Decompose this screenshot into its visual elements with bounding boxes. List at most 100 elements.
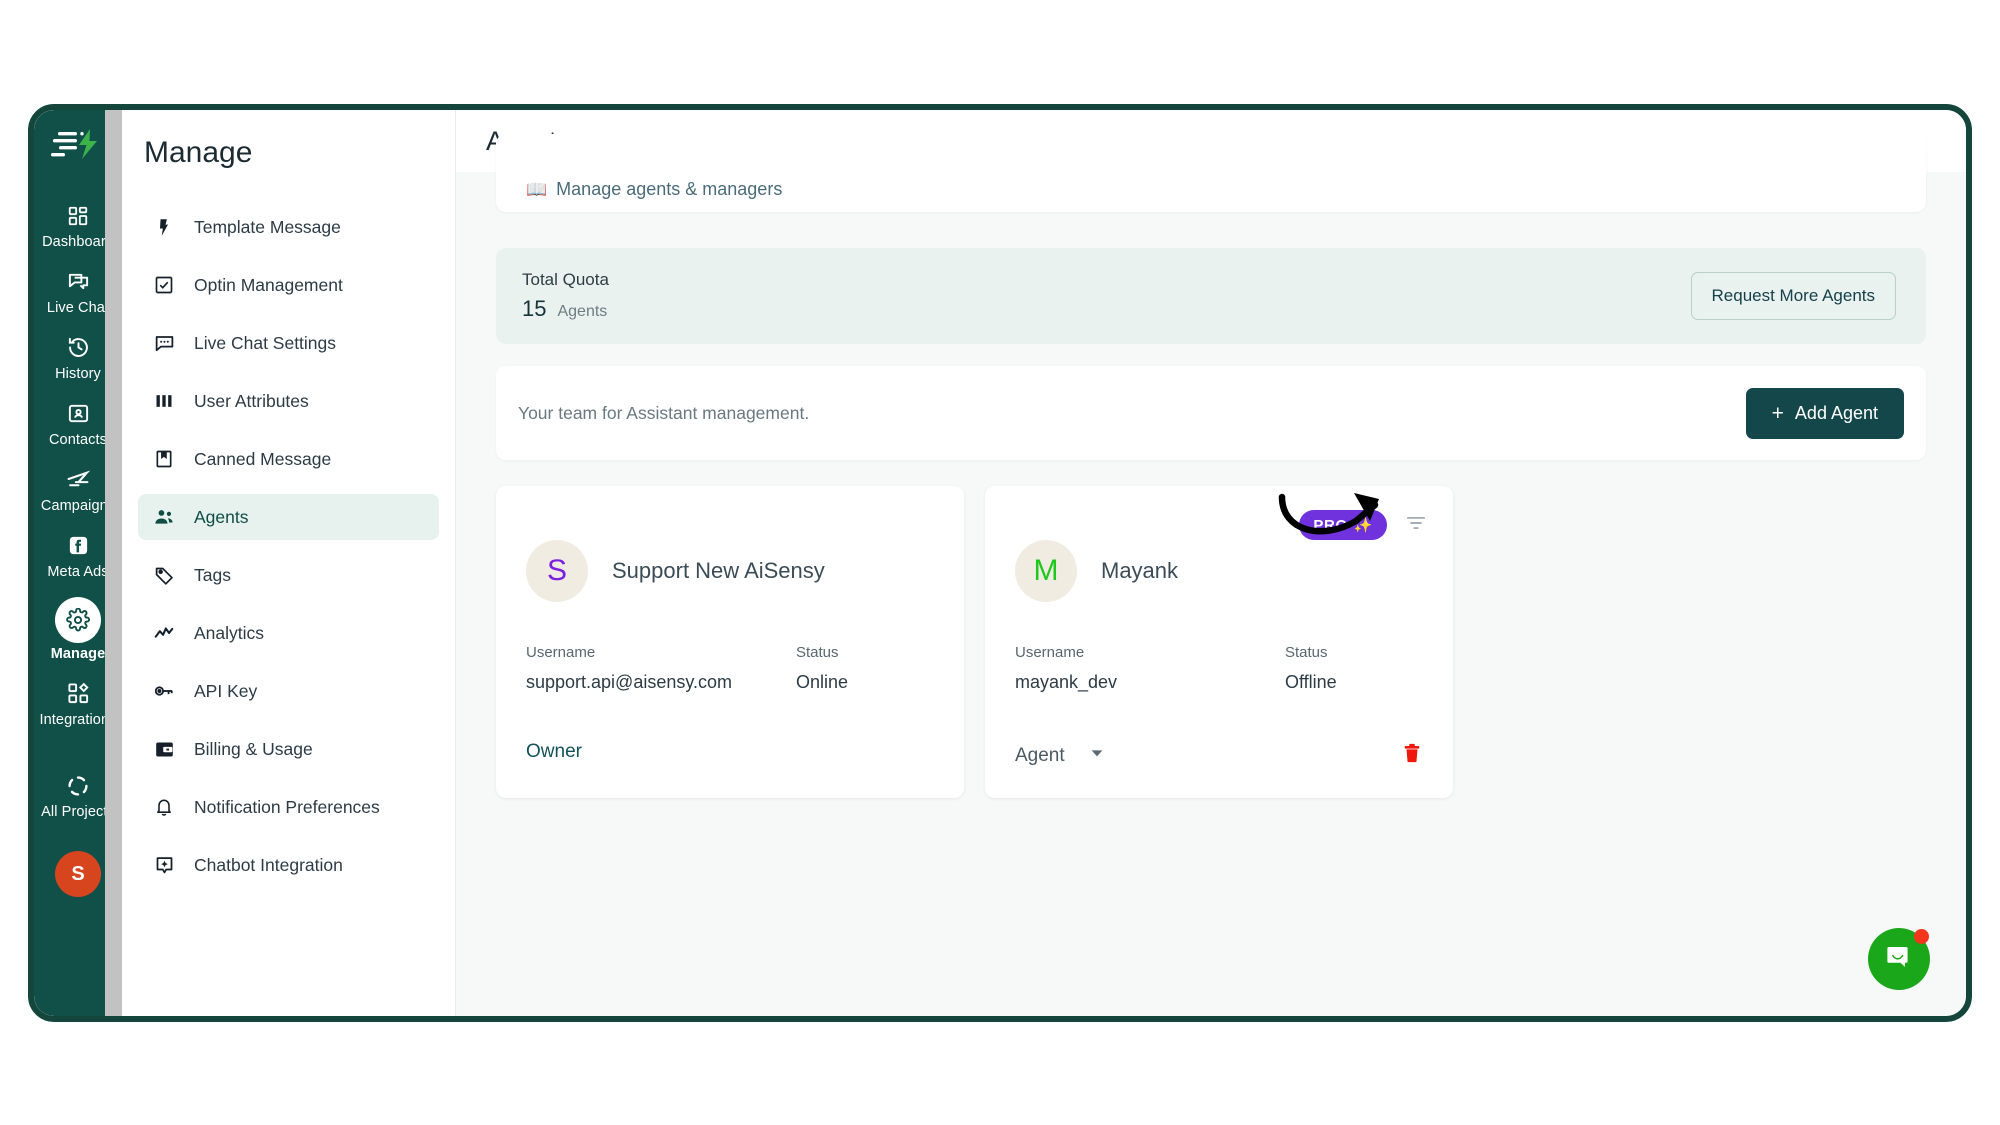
subnav-item-label: Live Chat Settings xyxy=(194,332,337,353)
manage-subnav: Manage Template Message Optin Management xyxy=(122,110,455,1016)
subnav-item-notification-preferences[interactable]: Notification Preferences xyxy=(138,784,439,830)
team-description: Your team for Assistant management. xyxy=(518,402,810,423)
role-label: Agent xyxy=(1015,744,1065,766)
trend-line-icon xyxy=(152,621,176,645)
status-value: Offline xyxy=(1285,672,1337,692)
sidebar-item-label: Meta Ads xyxy=(47,563,109,580)
sidebar-item-label: All Projects xyxy=(41,803,115,820)
bell-icon xyxy=(152,795,176,819)
integrations-blocks-icon xyxy=(63,679,93,709)
avatar-initial: M xyxy=(1033,554,1059,587)
subnav-item-tags[interactable]: Tags xyxy=(138,552,439,598)
quota-value: 15 xyxy=(522,296,547,321)
subnav-item-billing-usage[interactable]: Billing & Usage xyxy=(138,726,439,772)
agent-name: Support New AiSensy xyxy=(612,558,825,583)
status-value: Online xyxy=(796,672,849,692)
subnav-item-label: Tags xyxy=(194,564,231,585)
add-agent-label: Add Agent xyxy=(1794,402,1878,423)
chat-dots-icon xyxy=(152,331,176,355)
columns-icon xyxy=(152,389,176,413)
agent-card-list: S Support New AiSensy Username support.a… xyxy=(496,486,1926,798)
username-value: support.api@aisensy.com xyxy=(526,672,733,692)
chatbot-spark-icon xyxy=(152,853,176,877)
subnav-item-canned-message[interactable]: Canned Message xyxy=(138,436,439,482)
intro-line: 📖 Manage agents & managers xyxy=(526,179,782,200)
quota-unit: Agents xyxy=(557,303,608,320)
username-label: Username xyxy=(526,644,596,661)
chevron-down-icon xyxy=(1089,745,1105,766)
aisensy-logo-icon[interactable] xyxy=(50,124,106,164)
bookmark-book-icon xyxy=(152,447,176,471)
projects-circle-icon xyxy=(63,771,93,801)
filter-icon[interactable] xyxy=(1405,512,1427,539)
username-value: mayank_dev xyxy=(1015,672,1118,692)
bolt-icon xyxy=(152,215,176,239)
people-icon xyxy=(152,505,176,529)
gear-icon xyxy=(55,596,101,643)
pro-badge: PRO ✨ xyxy=(1299,510,1387,540)
subnav-item-label: Notification Preferences xyxy=(194,796,380,817)
add-agent-button[interactable]: + Add Agent xyxy=(1745,387,1904,439)
subnav-item-chatbot-integration[interactable]: Chatbot Integration xyxy=(138,842,439,888)
contacts-card-icon xyxy=(63,399,93,429)
agent-card: PRO ✨ M Mayank Username mayank_dev Statu… xyxy=(985,486,1453,798)
key-icon xyxy=(152,679,176,703)
paper-plane-icon xyxy=(63,465,93,495)
sparkles-icon: ✨ xyxy=(1353,517,1373,534)
team-row: Your team for Assistant management. + Ad… xyxy=(496,366,1926,460)
sidebar-item-label: Dashboard xyxy=(42,234,114,250)
quota-label: Total Quota xyxy=(522,270,609,289)
unread-indicator-dot xyxy=(1914,929,1929,944)
avatar: S xyxy=(526,540,588,602)
plus-icon: + xyxy=(1771,401,1784,425)
status-label: Status xyxy=(796,644,839,661)
subnav-item-optin-management[interactable]: Optin Management xyxy=(138,262,439,308)
book-icon: 📖 xyxy=(526,180,548,199)
avatar-initial: S xyxy=(546,554,567,587)
agent-card: S Support New AiSensy Username support.a… xyxy=(496,486,964,798)
subnav-item-label: Billing & Usage xyxy=(194,738,313,759)
subnav-item-label: Template Message xyxy=(194,216,341,237)
subnav-title: Manage xyxy=(144,136,253,169)
sidebar-item-label: Contacts xyxy=(48,431,108,448)
app-window: Dashboard Live Chat History Contacts Cam… xyxy=(28,104,1972,1022)
chat-bubbles-icon xyxy=(63,267,93,297)
request-more-agents-button[interactable]: Request More Agents xyxy=(1690,272,1896,320)
agent-name: Mayank xyxy=(1101,558,1179,583)
username-label: Username xyxy=(1015,644,1085,661)
intro-text: Manage agents & managers xyxy=(556,179,783,199)
facebook-icon xyxy=(63,531,93,561)
subnav-item-live-chat-settings[interactable]: Live Chat Settings xyxy=(138,320,439,366)
primary-sidebar: Dashboard Live Chat History Contacts Cam… xyxy=(34,110,122,1016)
role-label: Owner xyxy=(526,741,582,762)
subnav-item-agents[interactable]: Agents xyxy=(138,494,439,540)
avatar: M xyxy=(1015,540,1077,602)
pro-badge-text: PRO xyxy=(1313,516,1348,534)
tag-icon xyxy=(152,563,176,587)
subnav-item-label: Canned Message xyxy=(194,448,332,469)
subnav-item-template-message[interactable]: Template Message xyxy=(138,204,439,250)
chat-smile-icon xyxy=(1884,942,1914,977)
subnav-item-label: Analytics xyxy=(194,622,265,643)
subnav-item-api-key[interactable]: API Key xyxy=(138,668,439,714)
sidebar-scrollbar[interactable] xyxy=(105,110,122,1016)
sidebar-item-label: History xyxy=(55,365,101,382)
subnav-item-user-attributes[interactable]: User Attributes xyxy=(138,378,439,424)
checkbox-icon xyxy=(152,273,176,297)
delete-agent-button[interactable] xyxy=(1401,741,1423,770)
sidebar-item-label: Campaigns xyxy=(40,497,116,514)
intercom-launcher-button[interactable] xyxy=(1868,928,1930,990)
main-content: Agents 📖 Manage agents & managers Total … xyxy=(455,110,1966,1016)
sidebar-item-label: Live Chat xyxy=(46,299,110,316)
subnav-item-label: Agents xyxy=(194,506,249,527)
role-dropdown[interactable]: Agent xyxy=(1015,745,1105,767)
clock-history-icon xyxy=(63,333,93,363)
subnav-item-label: Optin Management xyxy=(194,274,343,295)
subnav-item-label: Chatbot Integration xyxy=(194,854,343,875)
subnav-item-analytics[interactable]: Analytics xyxy=(138,610,439,656)
subnav-item-label: API Key xyxy=(194,680,258,701)
avatar-initial: S xyxy=(71,862,85,885)
user-avatar[interactable]: S xyxy=(55,851,101,898)
quota-banner: Total Quota 15 Agents Request More Agent… xyxy=(496,248,1926,344)
subnav-item-label: User Attributes xyxy=(194,390,309,411)
